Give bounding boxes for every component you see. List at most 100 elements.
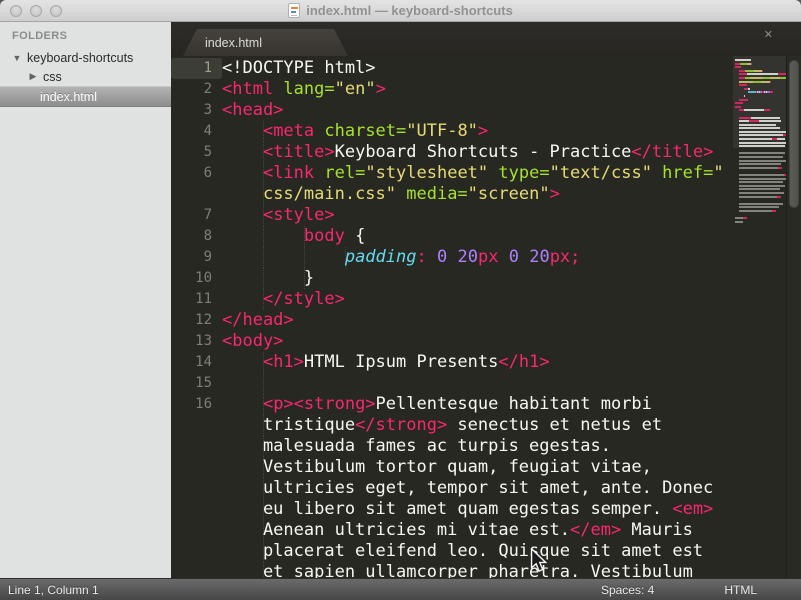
code-line[interactable]: 1<!DOCTYPE html> <box>171 58 801 79</box>
line-number[interactable] <box>171 436 222 457</box>
line-number[interactable]: 10 <box>171 268 222 289</box>
line-number[interactable]: 9 <box>171 247 222 268</box>
disclosure-open-icon[interactable]: ▼ <box>12 53 22 63</box>
line-number[interactable] <box>171 478 222 499</box>
code-line[interactable]: 16 <p><strong>Pellentesque habitant morb… <box>171 394 801 415</box>
line-number[interactable]: 15 <box>171 373 222 394</box>
code-line[interactable]: eu libero sit amet quam egestas semper. … <box>171 499 801 520</box>
code-line[interactable]: 2<html lang="en"> <box>171 79 801 100</box>
code-line[interactable]: 15 <box>171 373 801 394</box>
code-line[interactable]: tristique</strong> senectus et netus et <box>171 415 801 436</box>
minimap-row <box>735 77 786 79</box>
indent-guide <box>263 121 264 142</box>
code-line[interactable]: 10 } <box>171 268 801 289</box>
minimap-row <box>735 134 786 136</box>
line-number[interactable]: 7 <box>171 205 222 226</box>
code-text: Aenean ultricies mi vitae est.</em> Maur… <box>222 520 693 541</box>
close-window-button[interactable] <box>10 5 22 17</box>
tab-label: index.html <box>205 36 262 50</box>
sidebar-item-css[interactable]: ▶css <box>0 67 171 86</box>
zoom-window-button[interactable] <box>50 5 62 17</box>
line-number[interactable] <box>171 562 222 578</box>
title-bar[interactable]: index.html — keyboard-shortcuts <box>0 0 801 22</box>
indent-guide <box>263 499 264 520</box>
minimap-row <box>735 210 786 212</box>
line-number[interactable]: 4 <box>171 121 222 142</box>
minimap-row <box>735 206 786 208</box>
minimap-row <box>735 192 786 194</box>
code-text: css/main.css" media="screen"> <box>222 184 560 205</box>
code-text: ultricies eget, tempor sit amet, ante. D… <box>222 478 713 499</box>
code-text: <title>Keyboard Shortcuts - Practice</ti… <box>222 142 713 163</box>
line-number[interactable]: 13 <box>171 331 222 352</box>
minimap-row <box>735 174 786 176</box>
code-line[interactable]: 12</head> <box>171 310 801 331</box>
minimap[interactable] <box>733 56 786 578</box>
line-number[interactable] <box>171 541 222 562</box>
indent-guide <box>263 562 264 578</box>
code-text: <meta charset="UTF-8"> <box>222 121 488 142</box>
code-editor[interactable]: 1<!DOCTYPE html>2<html lang="en">3<head>… <box>171 56 801 578</box>
line-number[interactable] <box>171 499 222 520</box>
code-line[interactable]: 4 <meta charset="UTF-8"> <box>171 121 801 142</box>
line-number[interactable]: 5 <box>171 142 222 163</box>
minimap-row <box>735 117 786 119</box>
code-line[interactable]: malesuada fames ac turpis egestas. <box>171 436 801 457</box>
line-number[interactable]: 2 <box>171 79 222 100</box>
code-line[interactable]: Aenean ultricies mi vitae est.</em> Maur… <box>171 520 801 541</box>
code-line[interactable]: 5 <title>Keyboard Shortcuts - Practice</… <box>171 142 801 163</box>
minimap-row <box>735 188 786 190</box>
minimap-row <box>735 120 786 122</box>
line-number[interactable]: 11 <box>171 289 222 310</box>
folders-header: FOLDERS <box>12 30 171 42</box>
line-number[interactable]: 14 <box>171 352 222 373</box>
code-line[interactable]: Vestibulum tortor quam, feugiat vitae, <box>171 457 801 478</box>
line-number[interactable] <box>171 415 222 436</box>
line-number[interactable]: 12 <box>171 310 222 331</box>
scrollbar-thumb[interactable] <box>789 60 799 208</box>
code-line[interactable]: 11 </style> <box>171 289 801 310</box>
code-line[interactable]: 8 body { <box>171 226 801 247</box>
indentation-status[interactable]: Spaces: 4 <box>601 583 654 597</box>
line-number[interactable] <box>171 457 222 478</box>
line-number[interactable]: 1 <box>171 58 222 79</box>
line-number[interactable]: 6 <box>171 163 222 184</box>
indent-guide <box>263 520 264 541</box>
code-line[interactable]: css/main.css" media="screen"> <box>171 184 801 205</box>
code-line[interactable]: et sapien ullamcorper pharetra. Vestibul… <box>171 562 801 578</box>
minimize-window-button[interactable] <box>30 5 42 17</box>
syntax-status[interactable]: HTML <box>724 583 757 597</box>
sidebar-item-index-html[interactable]: index.html <box>0 86 171 107</box>
vertical-scrollbar[interactable] <box>786 56 801 578</box>
minimap-row <box>735 156 786 158</box>
line-number[interactable] <box>171 520 222 541</box>
tab-index-html[interactable]: index.html <box>183 29 348 56</box>
minimap-row <box>735 178 786 180</box>
indent-guide <box>263 457 264 478</box>
tab-close-icon[interactable]: ✕ <box>764 28 773 41</box>
indent-guide <box>263 394 264 415</box>
code-line[interactable]: 3<head> <box>171 100 801 121</box>
minimap-row <box>735 142 786 144</box>
code-line[interactable]: 9 padding: 0 20px 0 20px; <box>171 247 801 268</box>
code-line[interactable]: ultricies eget, tempor sit amet, ante. D… <box>171 478 801 499</box>
code-line[interactable]: 13<body> <box>171 331 801 352</box>
indent-guide <box>304 247 305 268</box>
disclosure-closed-icon[interactable]: ▶ <box>28 71 38 82</box>
code-line[interactable]: 14 <h1>HTML Ipsum Presents</h1> <box>171 352 801 373</box>
indent-guide <box>345 247 346 268</box>
sidebar-item-keyboard-shortcuts[interactable]: ▼keyboard-shortcuts <box>0 48 171 67</box>
indent-guide <box>263 478 264 499</box>
code-line[interactable]: placerat eleifend leo. Quisque sit amet … <box>171 541 801 562</box>
code-line[interactable]: 6 <link rel="stylesheet" type="text/css"… <box>171 163 801 184</box>
minimap-row <box>735 73 786 75</box>
indent-guide <box>263 373 264 394</box>
code-text: <!DOCTYPE html> <box>222 58 376 79</box>
minimap-row <box>735 163 786 165</box>
line-number[interactable] <box>171 184 222 205</box>
indent-guide <box>263 268 264 289</box>
line-number[interactable]: 3 <box>171 100 222 121</box>
line-number[interactable]: 8 <box>171 226 222 247</box>
line-number[interactable]: 16 <box>171 394 222 415</box>
code-line[interactable]: 7 <style> <box>171 205 801 226</box>
